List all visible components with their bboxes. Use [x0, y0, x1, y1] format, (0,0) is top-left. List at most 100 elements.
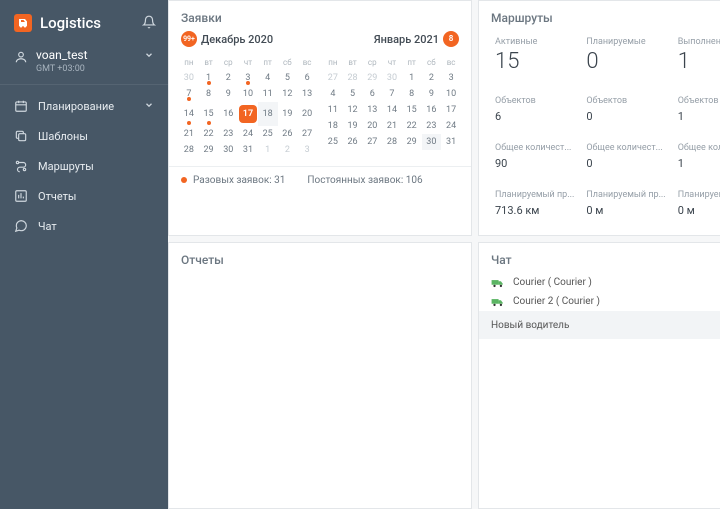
calendar-january[interactable]: пнвтсрчтптсбвс 2728293012345678910111213…: [323, 55, 461, 158]
chevron-down-icon: [144, 50, 154, 63]
nav-planning[interactable]: Планирование: [0, 91, 168, 121]
calendar-day[interactable]: 29: [199, 142, 219, 158]
sidebar-header: Logistics: [0, 0, 168, 42]
calendar-day[interactable]: 23: [422, 118, 442, 134]
calendar-december[interactable]: пнвтсрчтптсбвс 3012345678910111213141516…: [179, 55, 317, 158]
calendar-day[interactable]: 1: [199, 70, 219, 86]
calendar-day[interactable]: 15: [199, 102, 219, 126]
chat-row-label: Courier ( Courier ): [513, 277, 592, 288]
calendar-day[interactable]: 25: [323, 134, 343, 150]
chat-row[interactable]: Courier 2 ( Courier ): [479, 292, 720, 311]
calendar-day[interactable]: 2: [422, 70, 442, 86]
calendar-day[interactable]: 19: [278, 102, 298, 126]
calendar-day[interactable]: 9: [422, 86, 442, 102]
calendar-day[interactable]: 31: [238, 142, 258, 158]
calendar-day[interactable]: 17: [441, 102, 461, 118]
calendar-day[interactable]: 30: [422, 134, 442, 150]
calendar-day[interactable]: 7: [382, 86, 402, 102]
nav-reports[interactable]: Отчеты: [0, 181, 168, 211]
calendar-day[interactable]: 11: [323, 102, 343, 118]
calendar-day[interactable]: 29: [402, 134, 422, 150]
calendar-day[interactable]: 1: [402, 70, 422, 86]
chat-row-new-driver[interactable]: Новый водитель: [479, 311, 720, 339]
calendar-day[interactable]: 29: [362, 70, 382, 86]
calendar-day[interactable]: 18: [323, 118, 343, 134]
calendar-day[interactable]: 3: [297, 142, 317, 158]
calendar-day[interactable]: 20: [362, 118, 382, 134]
chat-row-label: Courier 2 ( Courier ): [513, 296, 600, 307]
calendar-day[interactable]: 24: [238, 126, 258, 142]
calendar-day[interactable]: 21: [179, 126, 199, 142]
calendar-day[interactable]: 26: [343, 134, 363, 150]
calendar-day[interactable]: 27: [297, 126, 317, 142]
calendar-day[interactable]: 11: [258, 86, 278, 102]
calendar-day[interactable]: 27: [362, 134, 382, 150]
app-title: Logistics: [40, 14, 142, 32]
chat-row[interactable]: Courier ( Courier ): [479, 273, 720, 292]
calendar-day[interactable]: 19: [343, 118, 363, 134]
calendar-day[interactable]: 2: [278, 142, 298, 158]
calendar-day[interactable]: 7: [179, 86, 199, 102]
month2-name: Январь 2021: [374, 33, 439, 46]
calendar-day[interactable]: 12: [278, 86, 298, 102]
calendar-day[interactable]: 8: [402, 86, 422, 102]
nav-routes[interactable]: Маршруты: [0, 151, 168, 181]
done-routes: 1: [678, 47, 720, 84]
calendar-day[interactable]: 14: [382, 102, 402, 118]
calendar-day[interactable]: 10: [238, 86, 258, 102]
calendar-day[interactable]: 25: [258, 126, 278, 142]
month1-badge: 99+: [181, 31, 197, 47]
calendar-day[interactable]: 12: [343, 102, 363, 118]
calendar-day[interactable]: 22: [402, 118, 422, 134]
routes-title: Маршруты: [479, 1, 720, 31]
truck-icon: [491, 278, 505, 288]
calendar-day[interactable]: 6: [362, 86, 382, 102]
calendar-day[interactable]: 28: [179, 142, 199, 158]
calendar-day[interactable]: 22: [199, 126, 219, 142]
calendar-day[interactable]: 21: [382, 118, 402, 134]
calendar-day[interactable]: 23: [218, 126, 238, 142]
calendar-day[interactable]: 20: [297, 102, 317, 126]
calendar-day[interactable]: 4: [323, 86, 343, 102]
user-selector[interactable]: voan_test GMT +03:00: [0, 42, 168, 85]
calendar-day[interactable]: 27: [323, 70, 343, 86]
calendar-day[interactable]: 15: [402, 102, 422, 118]
calendar-day[interactable]: 16: [422, 102, 442, 118]
calendar-day[interactable]: 30: [179, 70, 199, 86]
calendar-day[interactable]: 30: [382, 70, 402, 86]
calendar-day[interactable]: 26: [278, 126, 298, 142]
calendar-day[interactable]: 18: [258, 102, 278, 126]
calendar-day[interactable]: 1: [258, 142, 278, 158]
calendar-day[interactable]: 4: [258, 70, 278, 86]
nav-templates[interactable]: Шаблоны: [0, 121, 168, 151]
calendar-day[interactable]: 16: [218, 102, 238, 126]
bell-icon[interactable]: [142, 15, 156, 32]
calendar-day[interactable]: 3: [441, 70, 461, 86]
chat-row-label: Новый водитель: [491, 320, 569, 331]
calendar-day[interactable]: 13: [362, 102, 382, 118]
calendar-day[interactable]: 28: [343, 70, 363, 86]
calendar-day[interactable]: 30: [218, 142, 238, 158]
label-total: Общее количест...: [678, 139, 720, 153]
calendar-icon: [14, 99, 28, 113]
calendar-day[interactable]: 13: [297, 86, 317, 102]
calendar-day[interactable]: 31: [441, 134, 461, 150]
nav-chat[interactable]: Чат: [0, 211, 168, 241]
calendar-day[interactable]: 24: [441, 118, 461, 134]
calendar-day[interactable]: 28: [382, 134, 402, 150]
calendar-day[interactable]: 9: [218, 86, 238, 102]
route-icon: [14, 159, 28, 173]
calendar-day[interactable]: 2: [218, 70, 238, 86]
label-objects: Объектов: [586, 92, 665, 106]
nav-templates-label: Шаблоны: [38, 130, 88, 143]
calendar-day[interactable]: 5: [343, 86, 363, 102]
calendar-day[interactable]: 5: [278, 70, 298, 86]
chat-icon: [14, 219, 28, 233]
calendar-day[interactable]: 6: [297, 70, 317, 86]
calendar-day[interactable]: 14: [179, 102, 199, 126]
reports-panel: Отчеты: [168, 242, 472, 509]
calendar-day[interactable]: 17: [238, 102, 258, 126]
calendar-day[interactable]: 10: [441, 86, 461, 102]
calendar-day[interactable]: 8: [199, 86, 219, 102]
calendar-day[interactable]: 3: [238, 70, 258, 86]
